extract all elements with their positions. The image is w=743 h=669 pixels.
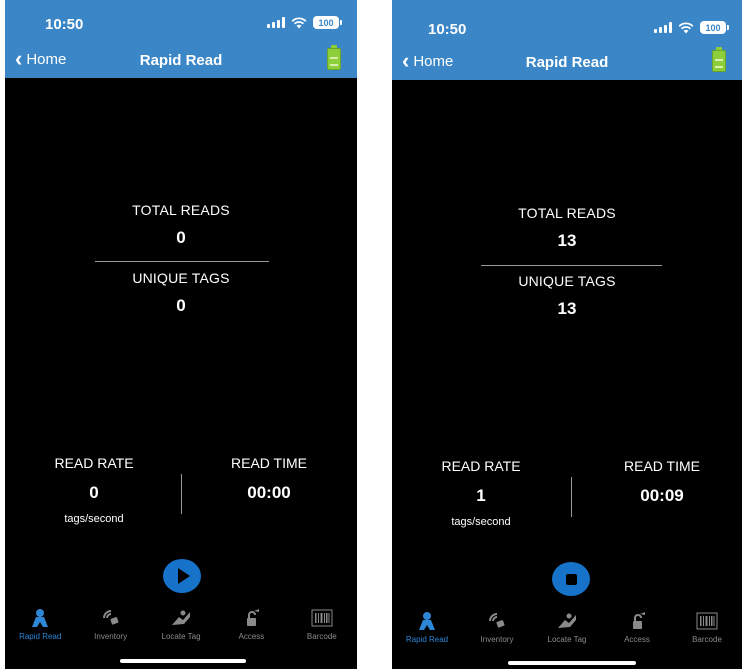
- tab-access[interactable]: Access: [602, 611, 672, 644]
- tab-label: Inventory: [480, 635, 514, 644]
- unique-tags-label: UNIQUE TAGS: [132, 270, 230, 286]
- status-icons: 100: [267, 16, 342, 29]
- total-reads-label: TOTAL READS: [518, 205, 616, 221]
- nav-bar: ‹ Home Rapid Read: [392, 44, 742, 80]
- inventory-icon: [486, 611, 508, 631]
- read-rate-label: READ RATE: [54, 455, 134, 471]
- rate-divider: [181, 474, 182, 514]
- barcode-icon: [311, 608, 333, 628]
- status-bar: 10:50 100: [392, 0, 742, 44]
- cellular-signal-icon: [267, 17, 285, 28]
- rapid-read-icon: [29, 608, 51, 628]
- tab-bar: Rapid Read Inventory Locate Tag Access B…: [5, 608, 357, 641]
- read-rate-label: READ RATE: [441, 458, 521, 474]
- read-time-label: READ TIME: [624, 458, 700, 474]
- read-time-value: 00:00: [247, 483, 291, 502]
- inventory-icon: [100, 608, 122, 628]
- read-time-block: READ TIME 00:09: [607, 458, 717, 506]
- status-time: 10:50: [45, 16, 84, 33]
- play-icon: [177, 568, 190, 584]
- wifi-icon: [291, 16, 307, 28]
- reader-battery-icon[interactable]: [327, 45, 341, 70]
- start-button[interactable]: [163, 559, 201, 593]
- status-bar: 10:50 100: [5, 0, 357, 42]
- tab-bar: Rapid Read Inventory Locate Tag Access B…: [392, 611, 742, 644]
- total-reads-block: TOTAL READS 13: [392, 205, 742, 251]
- cellular-signal-icon: [654, 22, 672, 33]
- stats-divider: [95, 261, 269, 262]
- phone-screen-reading: 10:50 100 ‹ Home Rapid Read TOTAL READS …: [392, 0, 742, 669]
- tab-label: Access: [238, 632, 265, 641]
- tab-rapid-read[interactable]: Rapid Read: [5, 608, 75, 641]
- tab-label: Locate Tag: [547, 635, 587, 644]
- read-rate-unit: tags/second: [451, 516, 511, 528]
- tab-barcode[interactable]: Barcode: [672, 611, 742, 644]
- tab-inventory[interactable]: Inventory: [75, 608, 145, 641]
- barcode-icon: [696, 611, 718, 631]
- home-indicator[interactable]: [120, 659, 246, 663]
- page-title: Rapid Read: [139, 52, 223, 69]
- read-time-label: READ TIME: [231, 455, 307, 471]
- read-time-block: READ TIME 00:00: [214, 455, 324, 503]
- read-rate-block: READ RATE 1 tags/second: [426, 458, 536, 528]
- stats-divider: [481, 265, 662, 266]
- unique-tags-block: UNIQUE TAGS 0: [5, 270, 357, 316]
- tab-label: Locate Tag: [161, 632, 201, 641]
- tab-locate-tag[interactable]: Locate Tag: [532, 611, 602, 644]
- status-time: 10:50: [428, 21, 467, 38]
- tab-label: Rapid Read: [19, 632, 62, 641]
- locate-tag-icon: [556, 611, 578, 631]
- unique-tags-label: UNIQUE TAGS: [518, 273, 616, 289]
- page-title: Rapid Read: [525, 54, 609, 71]
- read-time-value: 00:09: [640, 486, 684, 505]
- tab-locate-tag[interactable]: Locate Tag: [146, 608, 216, 641]
- tab-access[interactable]: Access: [216, 608, 286, 641]
- stop-button[interactable]: [552, 562, 590, 596]
- tab-barcode[interactable]: Barcode: [287, 608, 357, 641]
- wifi-icon: [678, 21, 694, 33]
- rapid-read-icon: [416, 611, 438, 631]
- battery-status-icon: 100: [700, 21, 729, 34]
- read-rate-unit: tags/second: [64, 513, 124, 525]
- stop-icon: [565, 573, 577, 585]
- tab-label: Barcode: [306, 632, 337, 641]
- home-indicator[interactable]: [508, 661, 636, 665]
- tab-rapid-read[interactable]: Rapid Read: [392, 611, 462, 644]
- tab-inventory[interactable]: Inventory: [462, 611, 532, 644]
- tab-label: Barcode: [692, 635, 722, 644]
- access-icon: [626, 611, 648, 631]
- tab-label: Access: [624, 635, 650, 644]
- phone-screen-idle: 10:50 100 ‹ Home Rapid Read TOTAL READS …: [5, 0, 357, 669]
- unique-tags-value: 0: [176, 296, 186, 315]
- total-reads-value: 13: [557, 231, 577, 250]
- read-rate-value: 1: [476, 486, 486, 505]
- battery-status-icon: 100: [313, 16, 342, 29]
- locate-tag-icon: [170, 608, 192, 628]
- rate-divider: [571, 477, 572, 517]
- status-icons: 100: [654, 21, 729, 34]
- total-reads-label: TOTAL READS: [132, 202, 230, 218]
- total-reads-block: TOTAL READS 0: [5, 202, 357, 248]
- access-icon: [240, 608, 262, 628]
- read-rate-value: 0: [89, 483, 99, 502]
- total-reads-value: 0: [176, 228, 186, 247]
- reader-battery-icon[interactable]: [712, 47, 726, 72]
- nav-bar: ‹ Home Rapid Read: [5, 42, 357, 78]
- tab-label: Rapid Read: [405, 635, 449, 644]
- unique-tags-value: 13: [557, 299, 577, 318]
- read-rate-block: READ RATE 0 tags/second: [39, 455, 149, 525]
- unique-tags-block: UNIQUE TAGS 13: [392, 273, 742, 319]
- tab-label: Inventory: [94, 632, 128, 641]
